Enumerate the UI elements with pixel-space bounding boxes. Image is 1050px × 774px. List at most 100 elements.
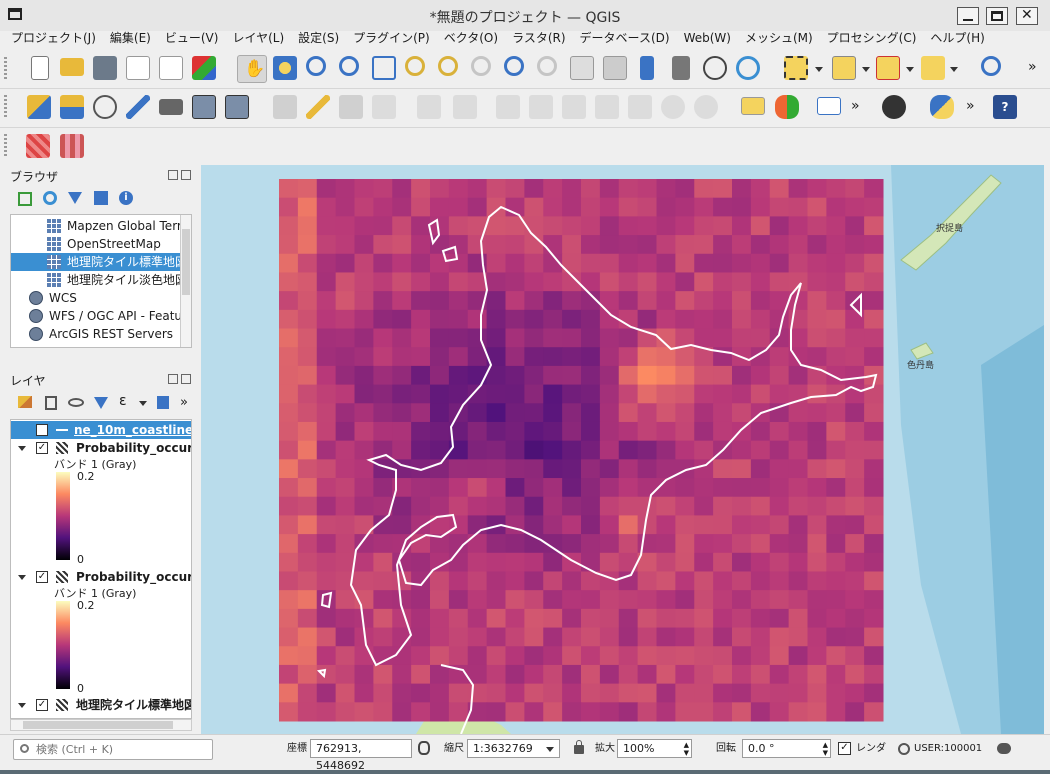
- modify-attributes-icon[interactable]: [453, 95, 477, 119]
- render-checkbox[interactable]: ✓: [838, 742, 851, 755]
- scrollbar-thumb[interactable]: [23, 721, 173, 729]
- measure-dropdown-icon[interactable]: [950, 67, 958, 72]
- refresh-icon[interactable]: [43, 191, 57, 205]
- select-dropdown-icon[interactable]: [815, 67, 823, 72]
- new-spatial-bookmark-icon[interactable]: [225, 95, 249, 119]
- browser-item[interactable]: 地理院タイル標準地図: [11, 253, 187, 271]
- raster-calculator-icon[interactable]: [60, 134, 84, 158]
- collapse-arrow-icon[interactable]: [18, 703, 26, 708]
- layer-row-coastline[interactable]: ✓ ne_10m_coastline: [11, 421, 191, 439]
- toolbar-grip[interactable]: [4, 95, 7, 117]
- browser-item[interactable]: WCS: [11, 289, 181, 307]
- browser-scrollbar[interactable]: [180, 215, 191, 347]
- map-canvas[interactable]: 択捉島 色丹島: [201, 165, 1044, 734]
- close-button[interactable]: ✕: [1016, 7, 1038, 25]
- panel-float-button[interactable]: [168, 374, 178, 384]
- save-project-icon[interactable]: [93, 56, 117, 80]
- browser-item[interactable]: ArcGIS REST Servers: [11, 325, 181, 343]
- open-project-icon[interactable]: [60, 58, 84, 76]
- new-virtual-layer-icon[interactable]: [159, 99, 183, 115]
- zoom-next-icon[interactable]: [537, 56, 557, 76]
- map-svg[interactable]: 択捉島 色丹島: [201, 165, 1044, 734]
- spinbox-arrows-icon[interactable]: ▲ ▼: [684, 741, 689, 757]
- scrollbar-thumb[interactable]: [182, 229, 190, 295]
- toolbar-more-icon[interactable]: »: [966, 98, 975, 114]
- scale-dropdown-icon[interactable]: [546, 747, 554, 752]
- panel-close-button[interactable]: [181, 170, 191, 180]
- show-measure-icon[interactable]: [921, 56, 945, 80]
- expression-dropdown-icon[interactable]: [139, 401, 147, 406]
- zoom-native-resolution-icon[interactable]: [471, 56, 491, 76]
- diagram-toolbar-icon[interactable]: [775, 95, 799, 119]
- copy-features-icon[interactable]: [595, 95, 619, 119]
- paste-features-icon[interactable]: [628, 95, 652, 119]
- scale-field[interactable]: 1:3632769: [467, 739, 560, 758]
- lock-scale-icon[interactable]: [574, 740, 584, 754]
- menu-item[interactable]: プラグイン(P): [353, 31, 430, 46]
- toggle-editing-icon[interactable]: [306, 95, 330, 119]
- add-group-icon[interactable]: [45, 396, 57, 410]
- select-by-value-dropdown-icon[interactable]: [862, 67, 870, 72]
- help-icon[interactable]: ?: [993, 95, 1017, 119]
- menu-item[interactable]: プロジェクト(J): [11, 31, 96, 46]
- refresh-icon[interactable]: [736, 56, 760, 80]
- menu-item[interactable]: Web(W): [684, 31, 731, 46]
- toolbar-more-icon[interactable]: »: [1028, 59, 1037, 75]
- digitize-line-icon[interactable]: [372, 95, 396, 119]
- add-layer-icon[interactable]: [18, 192, 32, 206]
- layer-visibility-checkbox[interactable]: ✓: [36, 571, 48, 583]
- show-bookmarks-icon[interactable]: [672, 56, 690, 80]
- delete-selected-icon[interactable]: [496, 95, 520, 119]
- new-temporary-layer-icon[interactable]: [126, 95, 150, 119]
- coordinate-field[interactable]: 762913, 5448692: [310, 739, 412, 772]
- layers-hscrollbar[interactable]: [10, 719, 192, 731]
- browser-item[interactable]: OpenStreetMap: [11, 235, 181, 253]
- menu-item[interactable]: メッシュ(M): [745, 31, 813, 46]
- zoom-to-layer-icon[interactable]: [438, 56, 458, 76]
- layer-visibility-checkbox[interactable]: ✓: [36, 424, 48, 436]
- layer-row-raster[interactable]: ✓ Probability_occurren: [11, 439, 191, 457]
- panel-float-button[interactable]: [168, 170, 178, 180]
- layer-visibility-checkbox[interactable]: ✓: [36, 442, 48, 454]
- crs-label[interactable]: USER:100001: [914, 739, 982, 758]
- style-manager-icon[interactable]: [192, 56, 216, 80]
- toolbar-more-icon[interactable]: »: [180, 395, 188, 410]
- deselect-features-icon[interactable]: [876, 56, 900, 80]
- collapse-arrow-icon[interactable]: [18, 575, 26, 580]
- pin-labels-icon[interactable]: [817, 97, 841, 115]
- toolbar-more-icon[interactable]: »: [851, 98, 860, 114]
- new-3d-map-view-icon[interactable]: [603, 56, 627, 80]
- locator-input[interactable]: [36, 741, 206, 758]
- style-layer-icon[interactable]: [18, 396, 32, 408]
- menu-item[interactable]: レイヤ(L): [232, 31, 284, 46]
- info-icon[interactable]: i: [119, 191, 133, 205]
- select-features-icon[interactable]: [784, 56, 808, 80]
- pan-to-selection-icon[interactable]: [273, 56, 297, 80]
- menu-item[interactable]: ベクタ(O): [444, 31, 498, 46]
- cut-features-icon[interactable]: [562, 95, 586, 119]
- filter-icon[interactable]: [68, 192, 82, 204]
- expand-all-icon[interactable]: [157, 396, 169, 409]
- toggle-extents-icon[interactable]: [418, 741, 430, 755]
- menu-item[interactable]: ラスタ(R): [512, 31, 565, 46]
- new-project-icon[interactable]: [31, 56, 49, 80]
- delete-icon[interactable]: [529, 95, 553, 119]
- data-source-manager-icon[interactable]: [27, 95, 51, 119]
- new-bookmark-icon[interactable]: [640, 56, 654, 80]
- new-map-view-icon[interactable]: [570, 56, 594, 80]
- messages-icon[interactable]: [997, 743, 1011, 754]
- zoom-last-icon[interactable]: [504, 56, 524, 76]
- layer-row-xyz[interactable]: ✓ 地理院タイル標準地図: [11, 696, 191, 714]
- browser-item[interactable]: WFS / OGC API - Featu: [11, 307, 182, 325]
- spinbox-arrows-icon[interactable]: ▲ ▼: [823, 741, 828, 757]
- menu-item[interactable]: データベース(D): [580, 31, 670, 46]
- collapse-arrow-icon[interactable]: [18, 446, 26, 451]
- save-layer-edits-icon[interactable]: [339, 95, 363, 119]
- deselect-dropdown-icon[interactable]: [906, 67, 914, 72]
- toolbar-grip[interactable]: [4, 57, 7, 79]
- menu-item[interactable]: ビュー(V): [165, 31, 219, 46]
- edits-icon[interactable]: [273, 95, 297, 119]
- zoom-to-selection-icon[interactable]: [405, 56, 425, 76]
- vertex-tool-icon[interactable]: [417, 95, 441, 119]
- maximize-button[interactable]: [986, 7, 1008, 25]
